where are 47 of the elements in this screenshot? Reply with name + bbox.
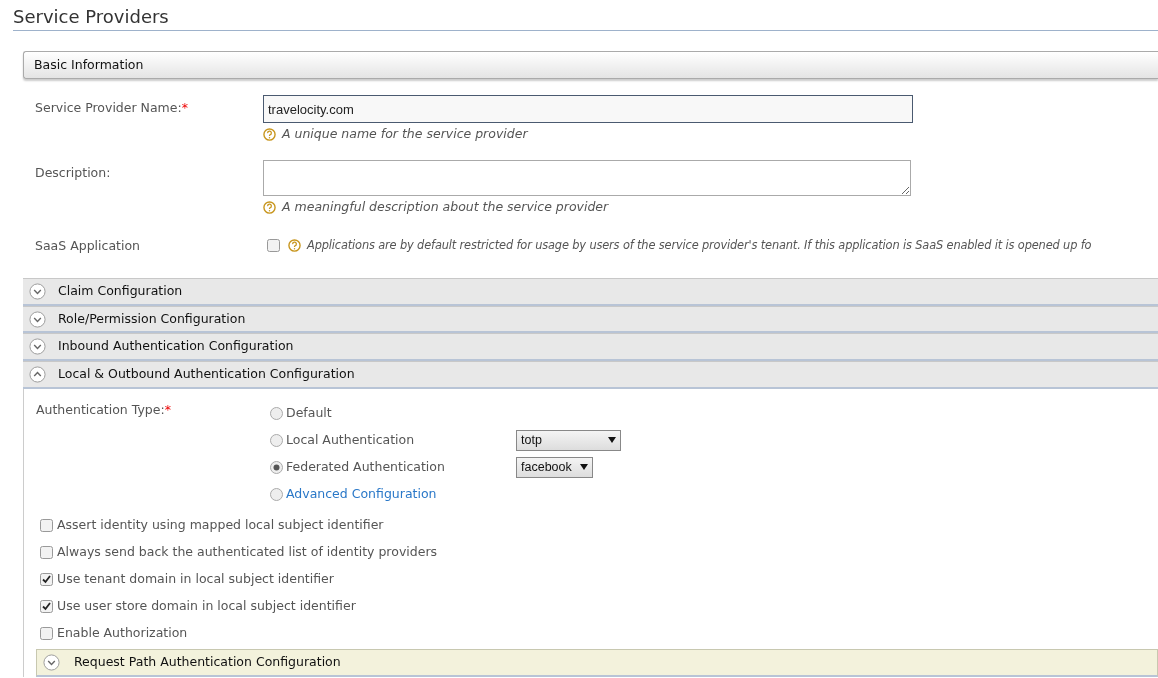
checkbox-label: Use user store domain in local subject identifier [57, 597, 356, 616]
section-header[interactable]: Inbound Authentication Configuration [23, 333, 1158, 362]
expand-icon[interactable] [43, 653, 60, 671]
name-input[interactable]: travelocity.com [263, 95, 913, 124]
authenticator-select[interactable]: facebook [516, 457, 593, 478]
section-header[interactable]: Role/Permission Configuration [23, 305, 1158, 334]
expand-icon[interactable] [29, 338, 46, 356]
field-label: Service Provider Name:* [35, 99, 189, 118]
description-input[interactable] [263, 160, 911, 197]
checkbox[interactable] [40, 626, 53, 640]
section-header[interactable]: Request Path Authentication Configuration [36, 648, 1158, 677]
radio-button[interactable] [270, 433, 283, 447]
help-icon [288, 238, 301, 252]
checkbox-label: Use tenant domain in local subject identifier [57, 570, 334, 589]
section-header[interactable]: Claim Configuration [23, 277, 1158, 306]
advanced-configuration-link[interactable]: Advanced Configuration [286, 485, 516, 504]
field-label: SaaS Application [35, 236, 141, 255]
checkbox[interactable] [40, 599, 53, 613]
help-text: Applications are by default restricted for usage by users of the service provider's tenant. If this application is SaaS enabled it is opened up fo [307, 236, 1092, 254]
radio-button[interactable] [270, 460, 283, 474]
option-label: Default [286, 404, 333, 423]
help-icon [263, 128, 276, 142]
page-title: Service Providers [13, 6, 1158, 31]
checkbox-label: Enable Authorization [57, 624, 188, 643]
collapse-icon[interactable] [29, 366, 46, 384]
expand-icon[interactable] [29, 310, 46, 328]
radio-button[interactable] [270, 406, 283, 420]
help-text: A unique name for the service provider [282, 125, 528, 144]
radio-button[interactable] [270, 487, 283, 501]
section-header[interactable]: Local & Outbound Authentication Configuration [23, 361, 1158, 389]
checkbox-label: Assert identity using mapped local subject identifier [57, 516, 384, 535]
checkbox[interactable] [40, 572, 53, 586]
checkbox-label: Always send back the authenticated list of identity providers [57, 543, 438, 562]
field-label: Description: [35, 164, 112, 183]
option-label: Local Authentication [286, 431, 416, 450]
section-header[interactable]: Basic Information [23, 50, 1158, 80]
option-label: Federated Authentication [286, 458, 446, 477]
dropdown-arrow-icon [608, 437, 616, 444]
dropdown-arrow-icon [579, 464, 588, 471]
help-icon [263, 200, 276, 214]
help-text: A meaningful description about the service provider [282, 198, 609, 217]
checkbox[interactable] [40, 518, 53, 532]
checkbox[interactable] [40, 545, 53, 559]
authenticator-select[interactable]: totp [516, 430, 621, 451]
checkbox[interactable] [267, 238, 280, 252]
expand-icon[interactable] [29, 282, 46, 300]
field-label: Authentication Type:* [36, 400, 172, 419]
